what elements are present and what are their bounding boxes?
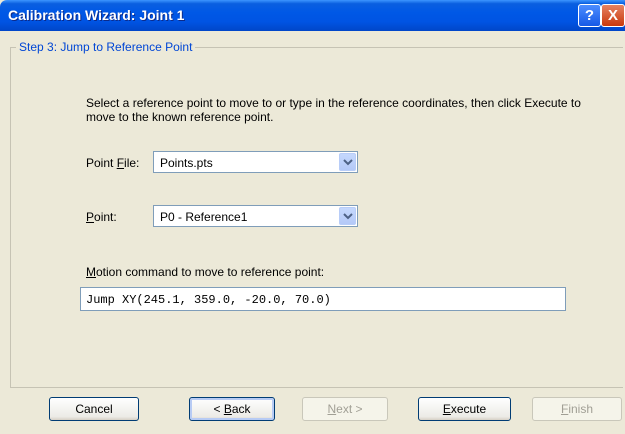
chevron-down-icon xyxy=(343,159,353,166)
step-title: Step 3: Jump to Reference Point xyxy=(16,40,196,54)
execute-button[interactable]: Execute xyxy=(418,397,511,421)
next-button[interactable]: Next > xyxy=(302,397,388,421)
point-file-label: Point File: xyxy=(86,156,140,170)
finish-button[interactable]: Finish xyxy=(532,397,622,421)
point-file-dropdown-button[interactable] xyxy=(339,153,356,171)
point-file-value: Points.pts xyxy=(160,156,213,170)
help-button[interactable]: ? xyxy=(578,4,601,27)
chevron-down-icon xyxy=(343,213,353,220)
cancel-button[interactable]: Cancel xyxy=(49,397,139,421)
window-title: Calibration Wizard: Joint 1 xyxy=(8,7,185,23)
back-button[interactable]: < Back xyxy=(189,397,275,421)
close-button[interactable]: X xyxy=(601,4,625,27)
instructions-text: Select a reference point to move to or t… xyxy=(86,96,581,124)
motion-command-label: Motion command to move to reference poin… xyxy=(86,265,325,279)
point-dropdown[interactable]: P0 - Reference1 xyxy=(153,205,358,227)
motion-command-input[interactable]: Jump XY(245.1, 359.0, -20.0, 70.0) xyxy=(80,287,566,311)
point-label: Point: xyxy=(86,210,117,224)
title-bar[interactable]: Calibration Wizard: Joint 1 ? X xyxy=(0,0,625,31)
point-file-dropdown[interactable]: Points.pts xyxy=(153,151,358,173)
point-value: P0 - Reference1 xyxy=(160,210,248,224)
point-dropdown-button[interactable] xyxy=(339,207,356,225)
